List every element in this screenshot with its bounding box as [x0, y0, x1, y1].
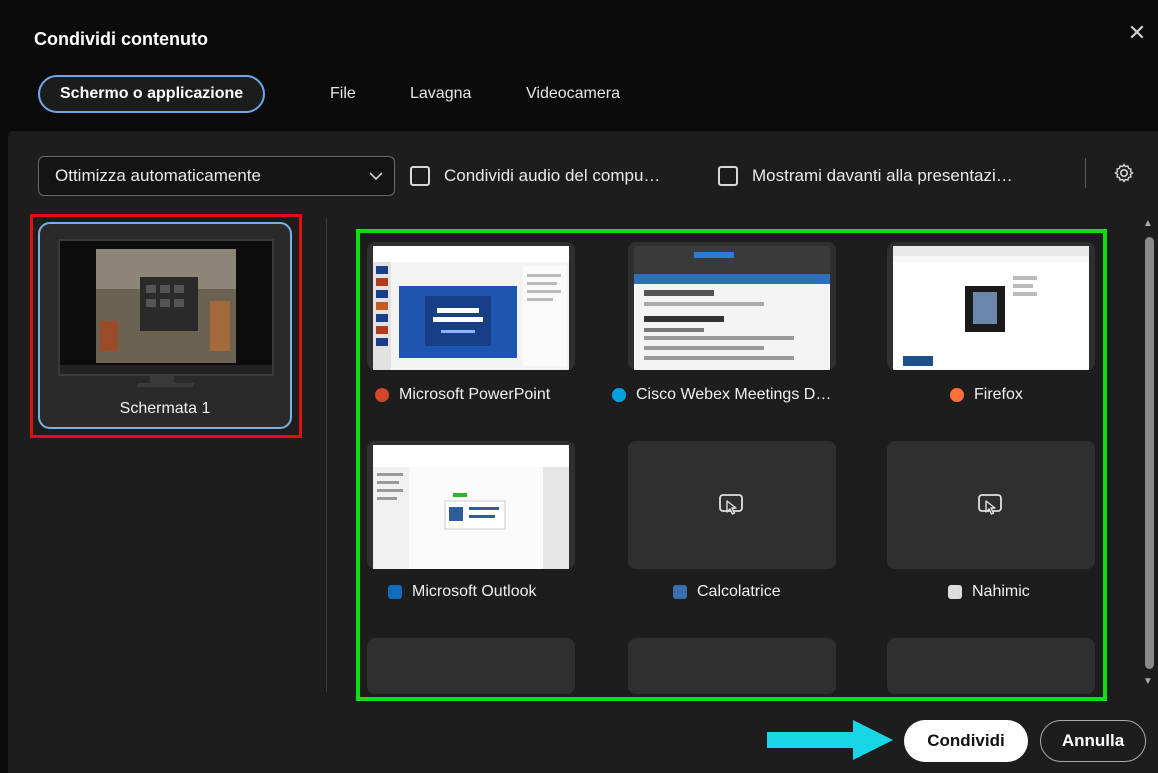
- app-label-calculator: Calcolatrice: [673, 581, 781, 603]
- arrow-annotation-icon: [767, 720, 893, 760]
- nahimic-icon: [948, 585, 962, 599]
- app-card-calculator[interactable]: [628, 441, 836, 569]
- outlook-thumbnail: [373, 445, 569, 569]
- app-name: Microsoft Outlook: [412, 583, 537, 600]
- app-card-outlook[interactable]: [367, 441, 575, 569]
- share-window-icon: [978, 494, 1002, 515]
- firefox-thumbnail: [893, 246, 1089, 370]
- show-me-in-front-option[interactable]: Mostrami davanti alla presentazi…: [718, 164, 1013, 188]
- scroll-up-icon[interactable]: ▲: [1143, 218, 1153, 229]
- outlook-icon: [388, 585, 402, 599]
- close-icon[interactable]: ✕: [1126, 22, 1148, 44]
- powerpoint-icon: [375, 388, 389, 402]
- app-name: Nahimic: [972, 583, 1030, 600]
- app-name: Calcolatrice: [697, 583, 781, 600]
- toolbar-divider: [1085, 158, 1086, 188]
- scrollbar-thumb[interactable]: [1145, 237, 1154, 669]
- app-name: Firefox: [974, 386, 1023, 403]
- app-label-firefox: Firefox: [950, 384, 1023, 406]
- webex-thumbnail: [634, 246, 830, 370]
- app-name: Cisco Webex Meetings D…: [636, 386, 832, 403]
- screen-1-label: Schermata 1: [119, 400, 211, 417]
- app-label-webex: Cisco Webex Meetings D…: [612, 384, 831, 406]
- show-me-in-front-label: Mostrami davanti alla presentazi…: [752, 166, 1013, 185]
- webex-icon: [612, 388, 626, 402]
- app-card-powerpoint[interactable]: [367, 242, 575, 370]
- app-label-powerpoint: Microsoft PowerPoint: [375, 384, 550, 406]
- share-window-icon: [719, 494, 743, 515]
- share-audio-checkbox[interactable]: [410, 166, 430, 186]
- app-card-webex[interactable]: [628, 242, 836, 370]
- app-card-partial[interactable]: [628, 638, 836, 694]
- app-card-partial[interactable]: [887, 638, 1095, 694]
- app-card-nahimic[interactable]: [887, 441, 1095, 569]
- powerpoint-thumbnail: [373, 246, 569, 370]
- share-button[interactable]: Condividi: [904, 720, 1028, 762]
- tab-screen-or-app[interactable]: Schermo o applicazione: [38, 75, 266, 113]
- calculator-icon: [673, 585, 687, 599]
- tab-whiteboard[interactable]: Lavagna: [410, 75, 471, 113]
- scroll-down-icon[interactable]: ▼: [1143, 676, 1153, 687]
- app-name: Microsoft PowerPoint: [399, 386, 551, 403]
- app-label-outlook: Microsoft Outlook: [388, 581, 536, 603]
- app-card-partial[interactable]: [367, 638, 575, 694]
- screen-1-thumbnail: [58, 239, 274, 376]
- optimize-dropdown-value: Ottimizza automaticamente: [55, 166, 261, 185]
- chevron-down-icon: [368, 157, 384, 209]
- tab-file[interactable]: File: [330, 75, 356, 113]
- show-me-in-front-checkbox[interactable]: [718, 166, 738, 186]
- share-audio-option[interactable]: Condividi audio del compu…: [410, 164, 660, 188]
- gear-icon[interactable]: [1112, 161, 1136, 185]
- firefox-icon: [950, 388, 964, 402]
- cancel-button[interactable]: Annulla: [1040, 720, 1146, 762]
- dialog-title: Condividi contenuto: [34, 29, 208, 49]
- monitor-base: [138, 383, 194, 387]
- column-divider: [326, 218, 327, 692]
- app-card-firefox[interactable]: [887, 242, 1095, 370]
- app-label-nahimic: Nahimic: [948, 581, 1030, 603]
- share-audio-label: Condividi audio del compu…: [444, 166, 661, 185]
- tab-camera[interactable]: Videocamera: [526, 75, 620, 113]
- optimize-dropdown[interactable]: Ottimizza automaticamente: [38, 156, 395, 196]
